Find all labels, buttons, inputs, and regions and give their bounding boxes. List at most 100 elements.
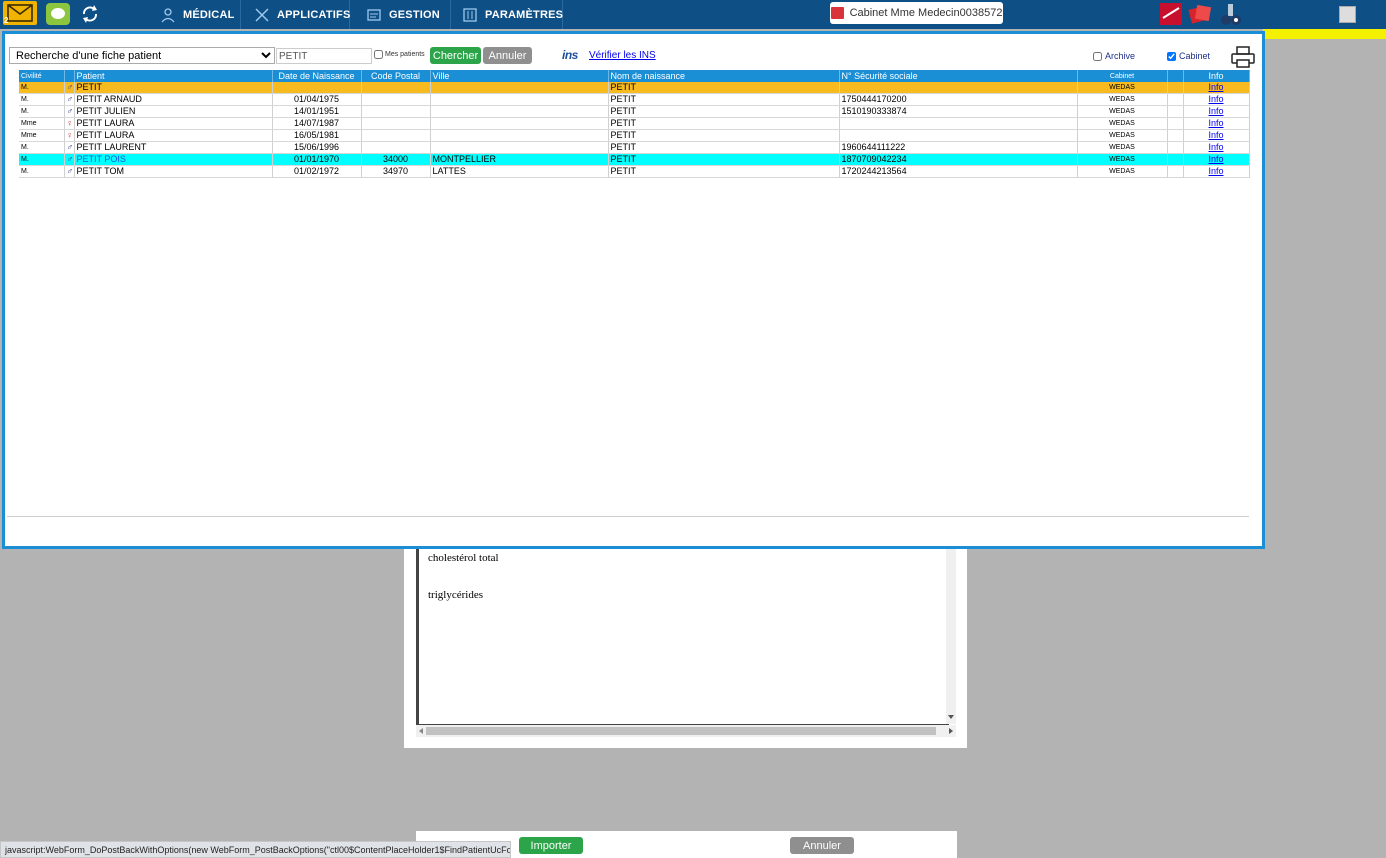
cell-blank[interactable] — [1167, 129, 1184, 142]
cell-blank[interactable] — [1167, 82, 1184, 94]
cell-code-postal[interactable] — [361, 82, 431, 94]
cell-date-naissance[interactable]: 15/06/1996 — [272, 141, 362, 154]
cell-code-postal[interactable] — [361, 117, 431, 130]
info-link[interactable]: Info — [1208, 106, 1223, 116]
annuler-bottom-button[interactable]: Annuler — [790, 837, 854, 854]
chat-icon[interactable] — [46, 3, 70, 25]
cell-cabinet[interactable]: WEDAS — [1077, 93, 1168, 106]
verifier-ins-link[interactable]: Vérifier les INS — [589, 50, 656, 61]
annuler-button[interactable]: Annuler — [483, 47, 532, 64]
cell-code-postal[interactable] — [361, 129, 431, 142]
scroll-left-icon[interactable] — [418, 728, 424, 734]
table-row[interactable]: M. ♂ PETIT TOM 01/02/1972 34970 LATTES PETIT 17… — [19, 165, 1250, 178]
cell-cabinet[interactable]: WEDAS — [1077, 82, 1168, 94]
cell-blank[interactable] — [1167, 93, 1184, 106]
cell-cabinet[interactable]: WEDAS — [1077, 153, 1168, 166]
cell-patient-name[interactable]: PETIT LAURA — [74, 117, 273, 130]
cell-ville[interactable] — [430, 141, 609, 154]
cell-blank[interactable] — [1167, 165, 1184, 178]
info-link[interactable]: Info — [1208, 94, 1223, 104]
cell-nom-naissance[interactable]: PETIT — [608, 93, 840, 106]
cabinet-selector[interactable]: Cabinet Mme Medecin0038572 — [830, 2, 1003, 24]
header-date-naissance[interactable]: Date de Naissance — [272, 70, 362, 82]
cell-ville[interactable] — [430, 93, 609, 106]
info-link[interactable]: Info — [1208, 118, 1223, 128]
cell-code-postal[interactable]: 34970 — [361, 165, 431, 178]
cell-code-postal[interactable] — [361, 105, 431, 118]
cell-nom-naissance[interactable]: PETIT — [608, 117, 840, 130]
cell-civilite[interactable]: M. — [19, 105, 65, 118]
cell-patient-name[interactable]: PETIT TOM — [74, 165, 273, 178]
cell-cabinet[interactable]: WEDAS — [1077, 165, 1168, 178]
cell-securite-sociale[interactable]: 1510190333874 — [839, 105, 1078, 118]
table-row[interactable]: Mme ♀ PETIT LAURA 16/05/1981 PETIT WEDAS Info — [19, 129, 1250, 142]
archive-checkbox[interactable]: Archive — [1093, 51, 1135, 61]
horizontal-scrollbar[interactable] — [416, 725, 956, 737]
cell-securite-sociale[interactable]: 1870709042234 — [839, 153, 1078, 166]
cell-ville[interactable] — [430, 117, 609, 130]
table-row[interactable]: M. ♂ PETIT ARNAUD 01/04/1975 PETIT 1750444170… — [19, 93, 1250, 106]
search-input[interactable] — [276, 48, 372, 64]
scrollbar-thumb[interactable] — [426, 727, 936, 735]
cell-cabinet[interactable]: WEDAS — [1077, 129, 1168, 142]
header-securite-sociale[interactable]: N° Sécurité sociale — [839, 70, 1078, 82]
cell-code-postal[interactable] — [361, 141, 431, 154]
info-link[interactable]: Info — [1208, 82, 1223, 92]
cell-date-naissance[interactable]: 14/01/1951 — [272, 105, 362, 118]
cell-ville[interactable]: LATTES — [430, 165, 609, 178]
cell-date-naissance[interactable]: 01/02/1972 — [272, 165, 362, 178]
scroll-right-icon[interactable] — [948, 728, 954, 734]
cell-patient-name[interactable]: PETIT JULIEN — [74, 105, 273, 118]
cell-civilite[interactable]: Mme — [19, 129, 65, 142]
cell-patient-name[interactable]: PETIT LAURENT — [74, 141, 273, 154]
cell-cabinet[interactable]: WEDAS — [1077, 105, 1168, 118]
mes-patients-checkbox[interactable]: Mes patients — [374, 50, 425, 59]
cabinet-checkbox-input[interactable] — [1167, 51, 1176, 61]
cell-nom-naissance[interactable]: PETIT — [608, 129, 840, 142]
cell-securite-sociale[interactable] — [839, 129, 1078, 142]
books-icon[interactable] — [1188, 2, 1212, 26]
cell-securite-sociale[interactable] — [839, 82, 1078, 94]
sync-icon[interactable] — [78, 3, 102, 25]
cell-ville[interactable] — [430, 82, 609, 94]
cell-patient-name[interactable]: PETIT LAURA — [74, 129, 273, 142]
cell-nom-naissance[interactable]: PETIT — [608, 141, 840, 154]
cell-securite-sociale[interactable]: 1750444170200 — [839, 93, 1078, 106]
cell-code-postal[interactable]: 34000 — [361, 153, 431, 166]
cell-securite-sociale[interactable]: 1960644111222 — [839, 141, 1078, 154]
cell-blank[interactable] — [1167, 117, 1184, 130]
mail-icon[interactable]: 2 — [3, 1, 37, 25]
menu-gestion[interactable]: GESTION — [366, 0, 451, 29]
cell-patient-name[interactable]: PETIT — [74, 82, 273, 94]
window-toggle-icon[interactable] — [1339, 6, 1356, 23]
header-patient[interactable]: Patient — [74, 70, 273, 82]
vidal-icon[interactable] — [1160, 2, 1182, 26]
cell-civilite[interactable]: M. — [19, 82, 65, 94]
archive-checkbox-input[interactable] — [1093, 51, 1102, 61]
table-row[interactable]: Mme ♀ PETIT LAURA 14/07/1987 PETIT WEDAS Info — [19, 117, 1250, 130]
cell-blank[interactable] — [1167, 153, 1184, 166]
cell-date-naissance[interactable]: 14/07/1987 — [272, 117, 362, 130]
cell-code-postal[interactable] — [361, 93, 431, 106]
vertical-scrollbar[interactable] — [946, 546, 956, 724]
info-link[interactable]: Info — [1208, 142, 1223, 152]
cell-cabinet[interactable]: WEDAS — [1077, 141, 1168, 154]
table-row[interactable]: M. ♂ PETIT POIS 01/01/1970 34000 MONTPELLIER P… — [19, 153, 1250, 166]
table-row[interactable]: M. ♂ PETIT JULIEN 14/01/1951 PETIT 1510190333… — [19, 105, 1250, 118]
cell-date-naissance[interactable]: 01/04/1975 — [272, 93, 362, 106]
cell-civilite[interactable]: M. — [19, 165, 65, 178]
cell-civilite[interactable]: M. — [19, 141, 65, 154]
importer-button[interactable]: Importer — [519, 837, 583, 854]
cell-date-naissance[interactable] — [272, 82, 362, 94]
header-cabinet[interactable]: Cabinet — [1077, 70, 1168, 82]
cell-ville[interactable]: MONTPELLIER — [430, 153, 609, 166]
print-icon[interactable] — [1231, 46, 1255, 68]
cell-nom-naissance[interactable]: PETIT — [608, 165, 840, 178]
cabinet-checkbox[interactable]: Cabinet — [1167, 51, 1210, 61]
header-civilite[interactable]: Civilité — [19, 70, 65, 82]
cell-blank[interactable] — [1167, 105, 1184, 118]
table-row[interactable]: M. ♂ PETIT PETIT WEDAS Info — [19, 82, 1250, 94]
info-link[interactable]: Info — [1208, 130, 1223, 140]
user-settings-icon[interactable] — [1218, 2, 1244, 26]
lab-results-text[interactable]: cholestérol total triglycérides — [416, 546, 949, 725]
